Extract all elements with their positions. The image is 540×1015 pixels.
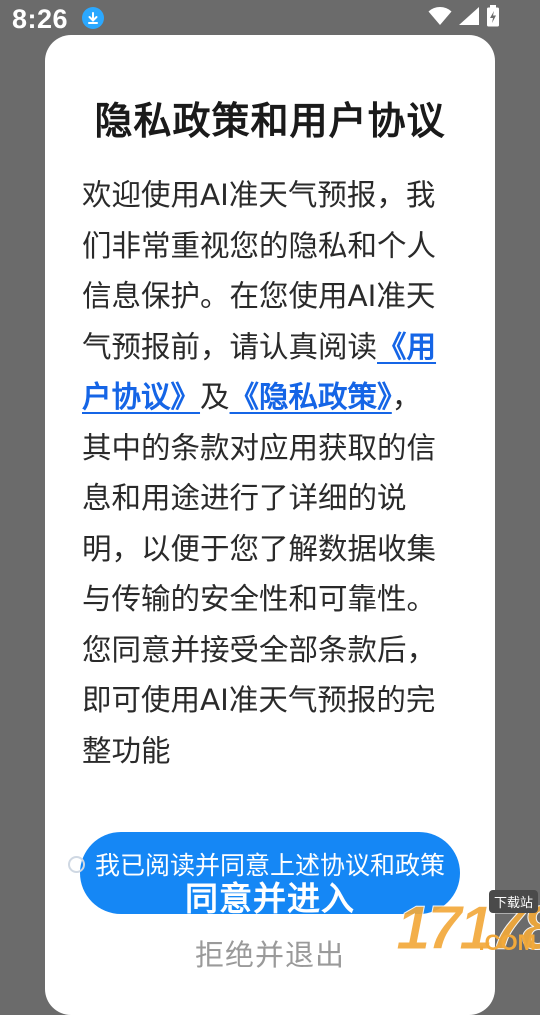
reject-button[interactable]: 拒绝并退出 [0,932,540,974]
signal-icon [458,6,480,30]
consent-checkbox[interactable] [68,856,85,873]
dialog-title: 隐私政策和用户协议 [0,90,540,145]
wifi-icon [428,6,452,30]
status-icons [428,7,500,29]
privacy-policy-link[interactable]: 《隐私政策》 [230,380,392,414]
download-icon [82,7,104,29]
status-time: 8:26 [12,4,68,35]
battery-charging-icon [486,5,500,31]
body-rest-text: ， 其中的条款对应用获取的信息和用途进行了详细的说明，以便于您了解数据收集与传输… [82,380,436,768]
dialog-body: 欢迎使用AI准天气预报，我们非常重视您的隐私和个人信息保护。在您使用AI准天气预… [82,170,442,776]
agree-button[interactable]: 同意并进入 [0,872,540,920]
status-bar: 8:26 [0,0,540,40]
and-text: 及 [200,380,230,414]
